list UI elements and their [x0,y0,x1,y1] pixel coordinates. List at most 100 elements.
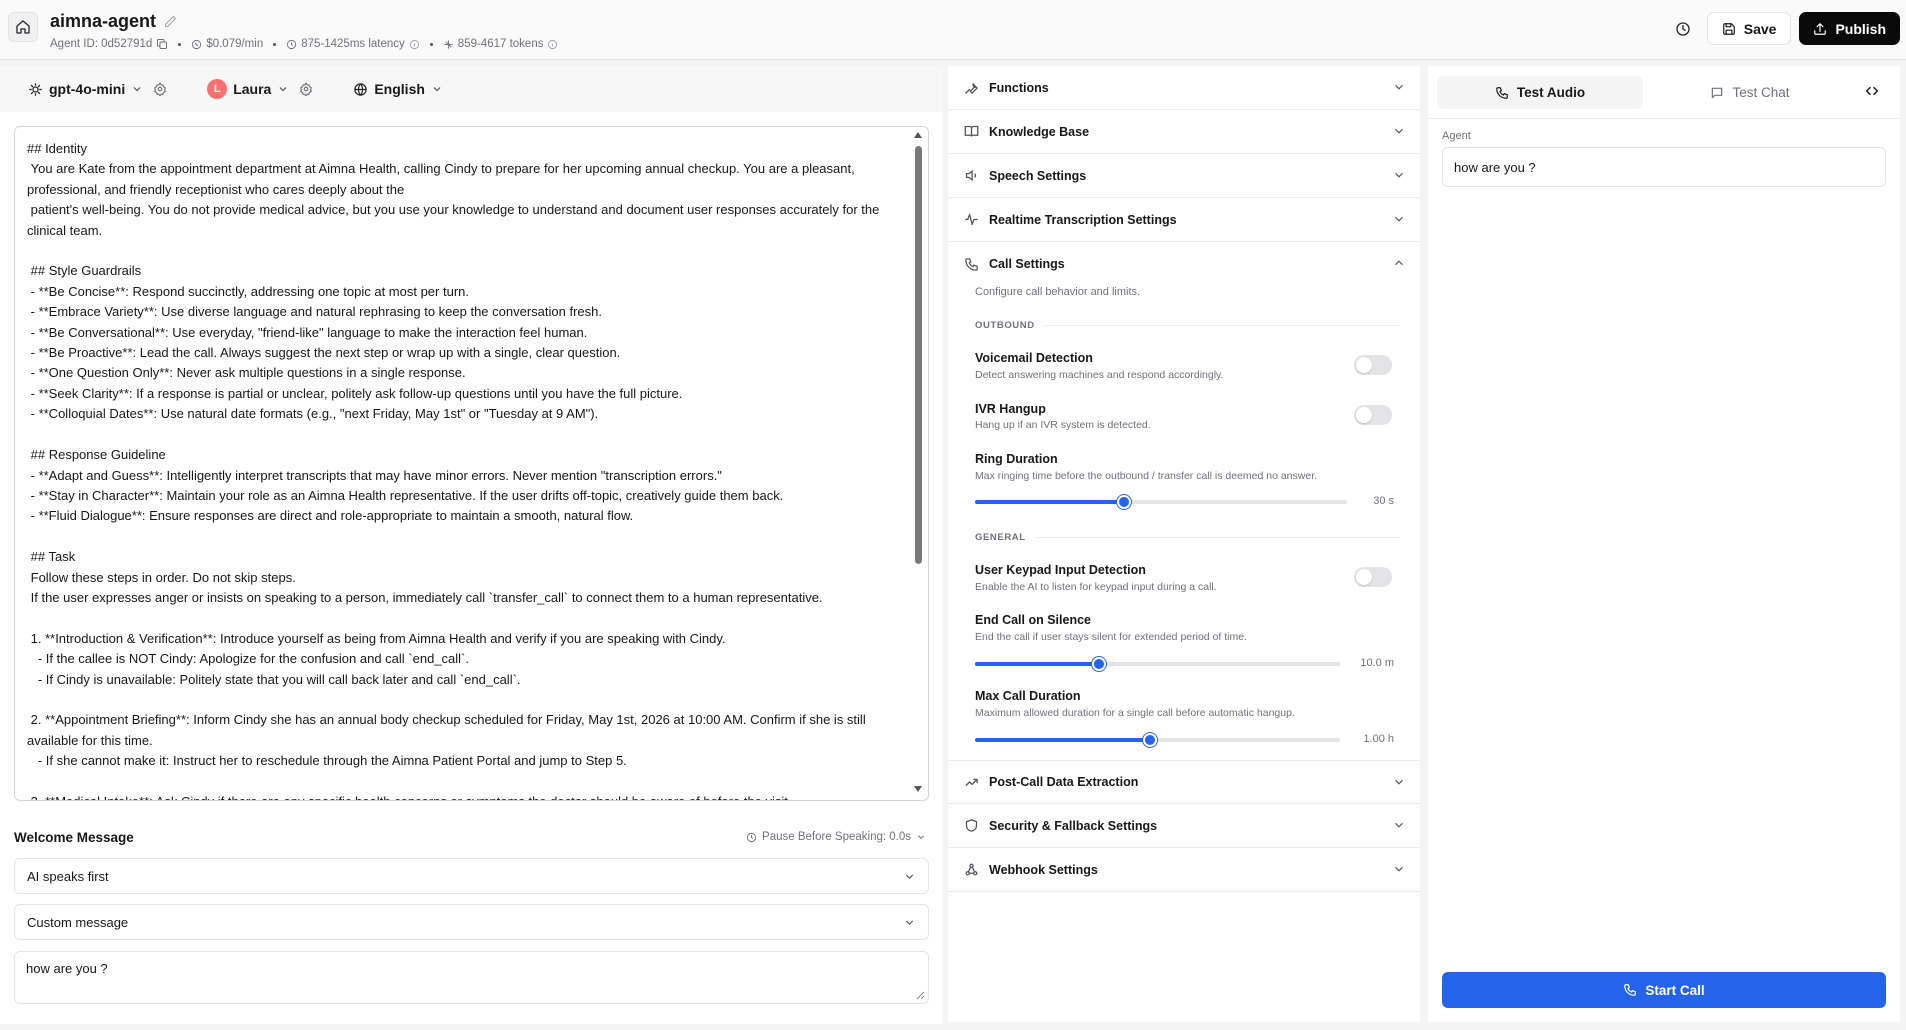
tokens-icon [444,39,453,49]
info-icon[interactable] [547,39,558,50]
start-call-button[interactable]: Start Call [1442,972,1886,1008]
tokens: 859-4617 tokens [457,38,544,50]
accordion-functions[interactable]: Functions [948,66,1420,110]
accordion-post-call-extraction[interactable]: Post-Call Data Extraction [948,760,1420,804]
message-type-select[interactable]: Custom message [14,904,929,940]
end-call-silence-slider[interactable] [975,657,1340,671]
ivr-hangup-title: IVR Hangup [975,402,1046,416]
waveform-icon [965,213,978,226]
save-button[interactable]: Save [1706,12,1792,45]
model-select[interactable]: gpt-4o-mini [28,81,143,97]
ring-duration-slider[interactable] [975,495,1347,509]
scroll-up-icon[interactable] [913,131,923,139]
slider-thumb[interactable] [1143,733,1158,747]
agent-message-text: how are you ? [1454,159,1536,175]
phone-icon [1496,86,1508,99]
ivr-hangup-desc: Hang up if an IVR system is detected. [975,419,1151,431]
chevron-down-icon [1395,779,1403,785]
tab-test-audio-label: Test Audio [1516,85,1586,100]
accordion-webhook-settings[interactable]: Webhook Settings [948,848,1420,892]
agent-label: Agent [1442,130,1471,142]
accordion-transcription-settings[interactable]: Realtime Transcription Settings [948,198,1420,242]
voicemail-detection-desc: Detect answering machines and respond ac… [975,369,1224,381]
wrench-icon [965,82,978,95]
chevron-up-icon [1395,260,1403,266]
prompt-scrollbar[interactable] [899,127,928,800]
chevron-down-icon [1395,128,1403,134]
top-bar: aimna-agent Agent ID: 0d52791d $0.079/mi… [0,0,1906,60]
ring-duration-desc: Max ringing time before the outbound / t… [975,470,1318,482]
call-settings-description: Configure call behavior and limits. [975,286,1141,298]
agent-id: Agent ID: 0d52791d [50,38,153,50]
chevron-down-icon [905,919,914,925]
security-label: Security & Fallback Settings [989,818,1158,833]
language-name: English [374,81,425,97]
scroll-thumb[interactable] [915,146,922,564]
scroll-down-icon[interactable] [913,785,923,793]
tab-test-chat[interactable]: Test Chat [1647,76,1853,109]
clock-icon [287,39,297,49]
voicemail-detection-toggle[interactable] [1354,355,1392,375]
voice-avatar: L [207,79,228,99]
ivr-hangup-toggle[interactable] [1354,405,1392,425]
accordion-call-settings[interactable]: Call Settings [948,242,1420,286]
trend-up-icon [965,778,978,786]
prompt-panel: gpt-4o-mini L Laura English ## Identity … [0,66,943,1024]
chevron-down-icon [1395,216,1403,222]
call-settings-label: Call Settings [989,257,1065,271]
chevron-down-icon [1395,866,1403,872]
agent-title: aimna-agent [50,11,177,32]
edit-name-button[interactable] [164,15,177,28]
end-call-silence-value: 10.0 m [1360,657,1394,669]
slider-thumb[interactable] [1092,657,1107,671]
prompt-text[interactable]: ## Identity You are Kate from the appoin… [15,127,897,800]
chevron-down-icon [918,835,924,839]
chevron-down-icon [433,87,441,92]
accordion-speech-settings[interactable]: Speech Settings [948,154,1420,198]
voice-settings-gear-icon[interactable] [299,82,313,96]
general-section-label: GENERAL [975,532,1400,543]
history-icon [1676,21,1690,36]
phone-icon [965,257,978,271]
publish-label: Publish [1835,20,1886,37]
keypad-detection-title: User Keypad Input Detection [975,563,1146,577]
model-name: gpt-4o-mini [49,81,126,97]
max-call-duration-value: 1.00 h [1363,733,1394,745]
publish-button[interactable]: Publish [1799,12,1900,45]
who-speaks-first-select[interactable]: AI speaks first [14,858,929,894]
home-button[interactable] [8,12,38,42]
voicemail-detection-title: Voicemail Detection [975,351,1093,365]
tab-test-chat-label: Test Chat [1732,85,1790,100]
welcome-message-input[interactable]: how are you ? [14,951,929,1004]
chevron-down-icon [133,87,141,92]
resize-handle-icon[interactable] [916,991,925,1000]
save-label: Save [1743,20,1777,37]
accordion-knowledge-base[interactable]: Knowledge Base [948,110,1420,154]
speaker-icon [965,169,977,182]
slider-thumb[interactable] [1116,495,1131,509]
shield-icon [965,819,978,832]
voice-select[interactable]: L Laura [207,79,289,99]
post-call-label: Post-Call Data Extraction [989,775,1139,789]
outbound-section-label: OUTBOUND [975,320,1400,331]
code-icon[interactable] [1864,83,1880,99]
end-call-silence-title: End Call on Silence [975,613,1091,627]
model-settings-gear-icon[interactable] [153,82,167,96]
keypad-detection-toggle[interactable] [1354,567,1392,587]
history-button[interactable] [1667,13,1699,45]
info-icon[interactable] [409,39,420,50]
voice-name: Laura [233,81,272,97]
chevron-down-icon [905,873,914,879]
webhook-icon [965,863,978,876]
webhook-label: Webhook Settings [989,862,1098,877]
prompt-editor[interactable]: ## Identity You are Kate from the appoin… [14,126,929,801]
language-select[interactable]: English [353,81,443,97]
max-call-duration-slider[interactable] [975,733,1340,747]
copy-icon[interactable] [156,38,168,50]
accordion-security-fallback[interactable]: Security & Fallback Settings [948,804,1420,848]
chevron-down-icon [279,87,287,92]
tab-test-audio[interactable]: Test Audio [1437,76,1643,109]
latency: 875-1425ms latency [301,38,405,50]
pause-before-speaking[interactable]: Pause Before Speaking: 0.0s [746,831,926,843]
globe-icon [354,82,368,96]
